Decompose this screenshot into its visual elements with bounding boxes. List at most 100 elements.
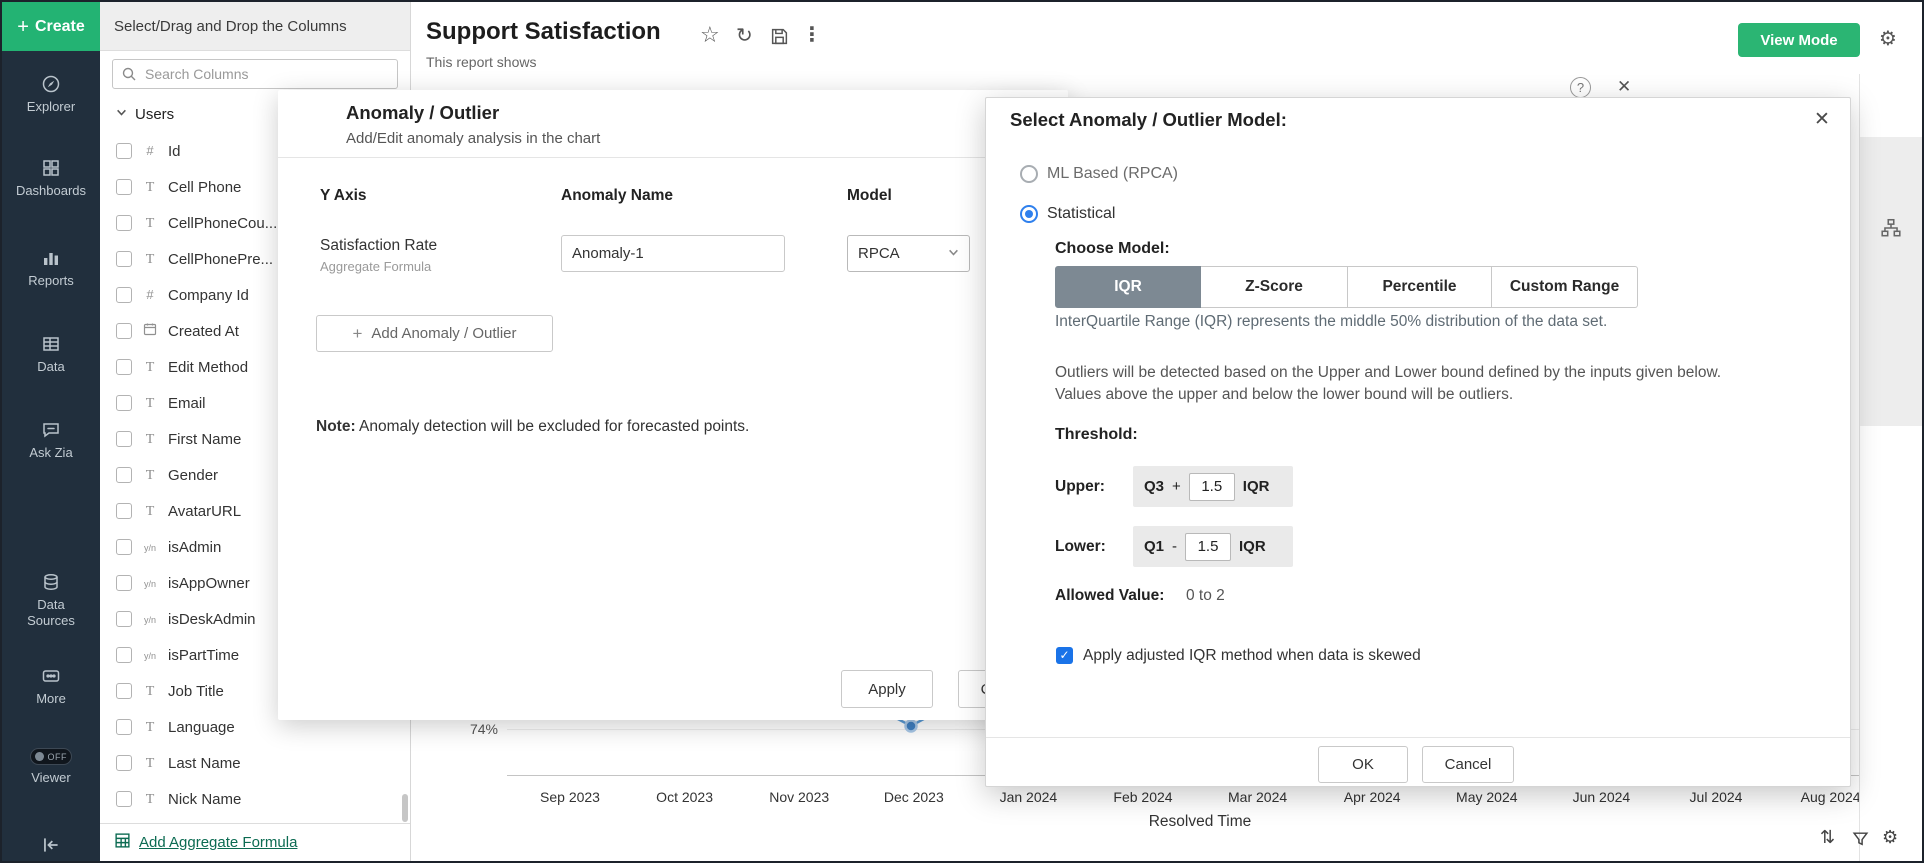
tab-custom-range[interactable]: Custom Range [1492,266,1638,308]
column-checkbox[interactable] [116,683,132,699]
column-type-text-icon: T [141,178,159,196]
columns-scrollbar-thumb[interactable] [402,794,408,822]
x-axis-label: Apr 2024 [1344,789,1401,805]
x-axis-label: Mar 2024 [1228,789,1287,805]
plus-icon: + [17,17,29,37]
favorite-star-icon[interactable]: ☆ [700,24,720,46]
x-axis-label: Aug 2024 [1801,789,1861,805]
column-checkbox[interactable] [116,791,132,807]
radio-label-ml-based[interactable]: ML Based (RPCA) [1047,165,1178,183]
tab-iqr[interactable]: IQR [1055,266,1201,308]
column-header-y-axis: Y Axis [320,187,367,205]
anomaly-note: Note: Anomaly detection will be excluded… [316,418,749,436]
data-icon [41,334,61,354]
columns-panel-header: Select/Drag and Drop the Columns [100,2,410,51]
x-axis-label: Sep 2023 [540,789,600,805]
more-options-kebab-icon[interactable]: ⋮ [802,25,822,45]
column-checkbox[interactable] [116,287,132,303]
sidebar-item-data[interactable]: Data [2,334,100,375]
x-axis-label: Oct 2023 [656,789,713,805]
radio-label-statistical[interactable]: Statistical [1047,205,1115,223]
column-checkbox[interactable] [116,251,132,267]
column-checkbox[interactable] [116,539,132,555]
ok-button[interactable]: OK [1318,746,1408,783]
settings-gear-icon[interactable]: ⚙ [1879,29,1897,49]
sidebar-item-viewer[interactable]: OFFViewer [2,748,100,786]
chart-type-icon[interactable] [1860,217,1922,244]
tab-z-score[interactable]: Z-Score [1201,266,1348,308]
x-axis-label: Jun 2024 [1573,789,1631,805]
modal-title: Anomaly / Outlier [346,102,499,124]
tab-percentile[interactable]: Percentile [1348,266,1492,308]
upper-bound-group: Q3 + IQR [1133,466,1293,507]
column-type-boolean-icon: y/n [141,610,159,628]
column-checkbox[interactable] [116,431,132,447]
search-columns-input[interactable] [112,59,398,89]
radio-ml-based[interactable] [1020,165,1038,183]
lower-bound-input[interactable] [1185,533,1231,561]
collapse-sidebar-button[interactable] [2,834,100,854]
sidebar-item-explorer[interactable]: Explorer [2,74,100,115]
anomaly-name-input[interactable] [561,235,785,272]
modal-title: Select Anomaly / Outlier Model: [1010,109,1287,131]
y-axis-tick: 74% [452,721,498,737]
column-checkbox[interactable] [116,647,132,663]
column-checkbox[interactable] [116,575,132,591]
panel-close-icon[interactable]: ✕ [1617,77,1631,97]
column-checkbox[interactable] [116,395,132,411]
column-type-text-icon: T [141,718,159,736]
column-item[interactable]: TLast Name [100,745,410,781]
apply-button[interactable]: Apply [841,670,933,708]
adjusted-iqr-checkbox-label[interactable]: Apply adjusted IQR method when data is s… [1083,647,1421,665]
column-checkbox[interactable] [116,719,132,735]
refresh-icon[interactable]: ↻ [736,26,753,46]
sort-icon[interactable]: ⇅ [1820,828,1835,846]
x-axis-label: Nov 2023 [769,789,829,805]
create-button[interactable]: + Create [2,2,100,51]
add-anomaly-outlier-button[interactable]: + Add Anomaly / Outlier [316,315,553,352]
column-type-number-icon: # [141,286,159,304]
column-checkbox[interactable] [116,323,132,339]
column-type-text-icon: T [141,790,159,808]
column-checkbox[interactable] [116,179,132,195]
lower-bound-label: Lower: [1055,538,1106,556]
sidebar-item-ask-zia[interactable]: Ask Zia [2,420,100,461]
x-axis-label: Dec 2023 [884,789,944,805]
sidebar-item-reports[interactable]: Reports [2,248,100,289]
column-checkbox[interactable] [116,467,132,483]
x-axis-label: Feb 2024 [1113,789,1172,805]
add-aggregate-formula-link[interactable]: Add Aggregate Formula [100,823,410,861]
column-checkbox[interactable] [116,503,132,519]
filter-funnel-icon[interactable] [1852,830,1869,851]
column-type-text-icon: T [141,358,159,376]
explorer-icon [41,74,61,94]
sidebar-item-more[interactable]: More [2,666,100,707]
column-type-text-icon: T [141,682,159,700]
chart-settings-gear-icon[interactable]: ⚙ [1882,828,1898,846]
model-cancel-button[interactable]: Cancel [1422,746,1514,783]
column-type-text-icon: T [141,430,159,448]
close-icon[interactable]: ✕ [1814,108,1830,131]
threshold-label: Threshold: [1055,426,1138,444]
column-checkbox[interactable] [116,755,132,771]
report-subtitle-fragment: This report shows [426,54,806,70]
model-select[interactable]: RPCA [847,235,970,272]
upper-bound-label: Upper: [1055,478,1105,496]
column-checkbox[interactable] [116,143,132,159]
column-checkbox[interactable] [116,611,132,627]
adjusted-iqr-checkbox[interactable]: ✓ [1056,647,1073,664]
help-icon[interactable]: ? [1570,77,1591,98]
view-mode-button[interactable]: View Mode [1738,23,1860,57]
save-icon[interactable] [770,27,789,50]
sidebar-item-data-sources[interactable]: Data Sources [2,572,100,628]
viewer-off-toggle[interactable]: OFF [30,748,72,765]
iqr-description: InterQuartile Range (IQR) represents the… [1055,313,1607,331]
column-type-text-icon: T [141,214,159,232]
column-type-boolean-icon: y/n [141,538,159,556]
radio-statistical[interactable] [1020,205,1038,223]
column-item[interactable]: TNick Name [100,781,410,817]
upper-bound-input[interactable] [1189,473,1235,501]
column-checkbox[interactable] [116,215,132,231]
column-checkbox[interactable] [116,359,132,375]
sidebar-item-dashboards[interactable]: Dashboards [2,158,100,199]
